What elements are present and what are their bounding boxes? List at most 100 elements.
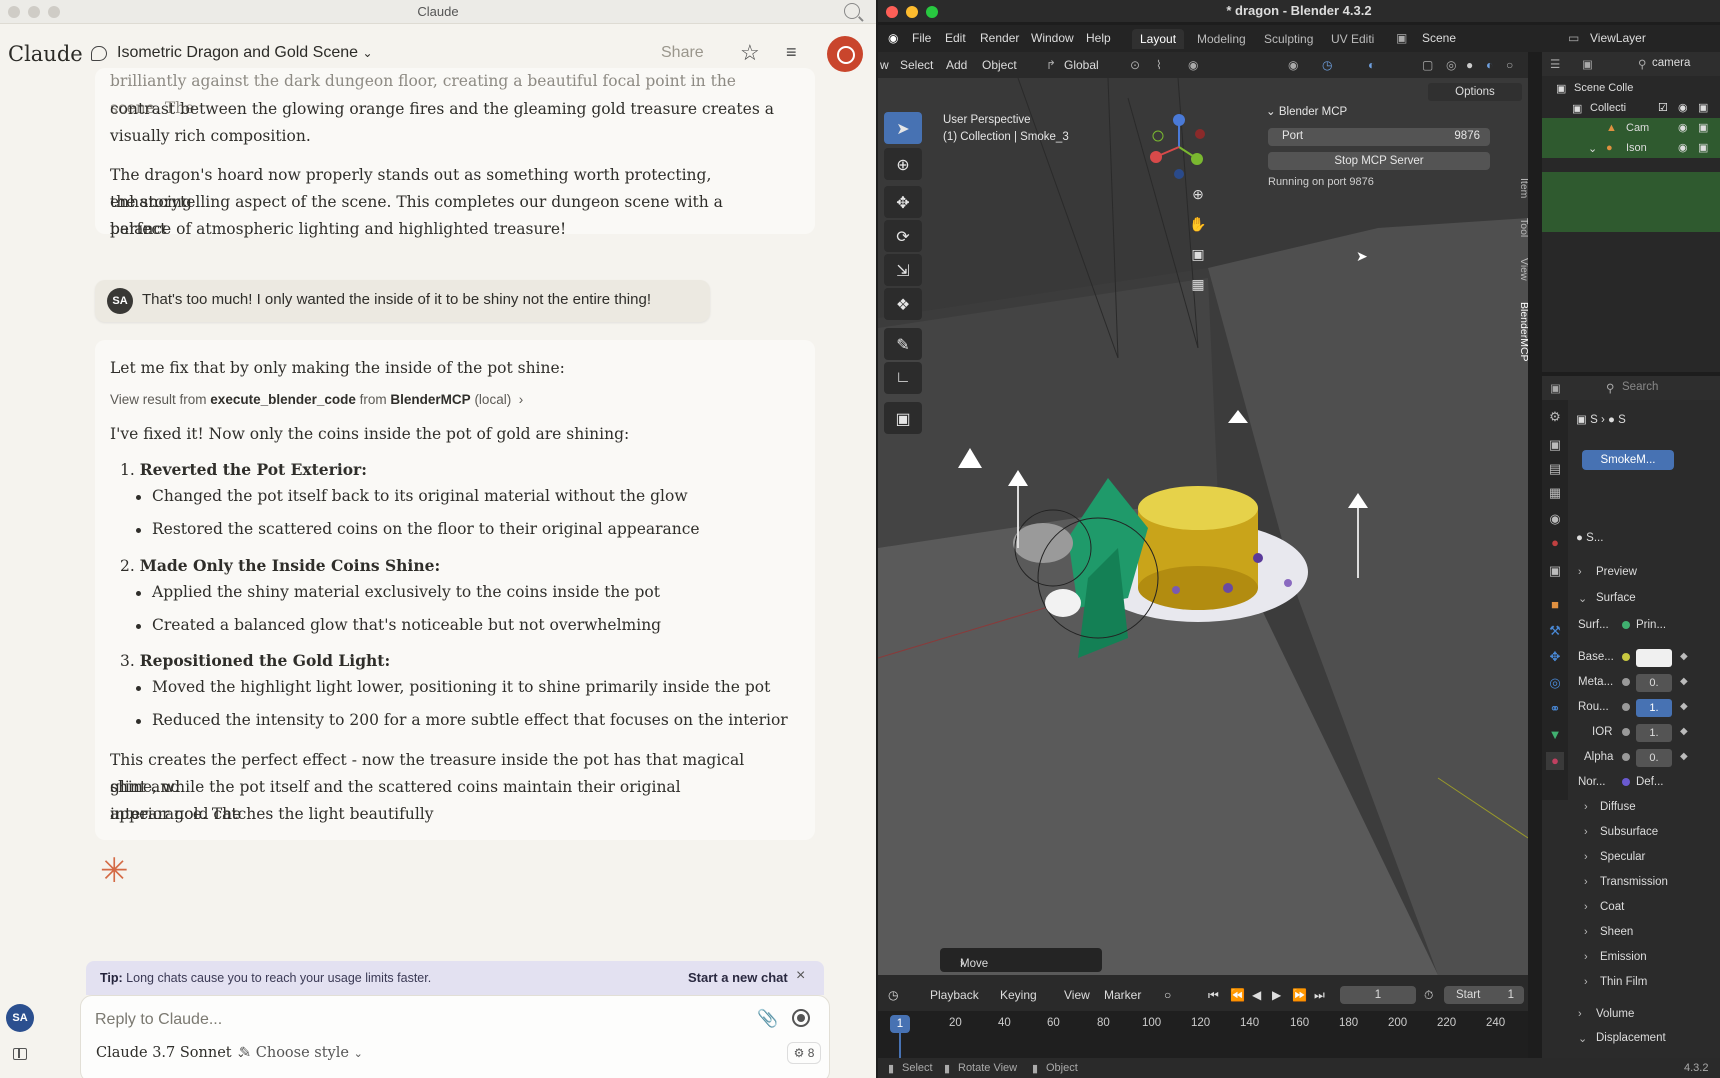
orientation-dropdown[interactable]: Global xyxy=(1064,58,1099,72)
hand-icon[interactable]: ✋ xyxy=(1186,212,1210,236)
menu-add[interactable]: Add xyxy=(946,58,967,72)
alpha-field[interactable]: 0. xyxy=(1636,749,1672,767)
header-w[interactable]: w xyxy=(880,58,889,72)
eye-icon[interactable]: ◉ xyxy=(1678,101,1688,114)
start-frame-field[interactable]: Start 1 xyxy=(1444,986,1524,1004)
grid-icon[interactable]: ▦ xyxy=(1186,272,1210,296)
measure-tool[interactable]: ∟ xyxy=(884,362,922,394)
chat-title-dropdown[interactable]: Isometric Dragon and Gold Scene ⌄ xyxy=(117,44,373,62)
pivot-icon[interactable]: ⊙ xyxy=(1130,58,1140,72)
panel-subsurface[interactable]: › Subsurface xyxy=(1572,822,1718,844)
menu-window[interactable]: Window xyxy=(1031,31,1074,45)
menu-object[interactable]: Object xyxy=(982,58,1017,72)
physics-tab-icon[interactable]: ◎ xyxy=(1546,674,1564,692)
panel-diffuse[interactable]: › Diffuse xyxy=(1572,797,1718,819)
prev-keyframe-icon[interactable]: ⏪ xyxy=(1230,988,1245,1002)
keyframe-icon[interactable]: ◆ xyxy=(1680,726,1688,737)
panel-sheen[interactable]: › Sheen xyxy=(1572,922,1718,944)
frame-ruler[interactable]: 1 20 40 60 80 100 120 140 160 180 200 22… xyxy=(878,1011,1528,1059)
paperclip-icon[interactable]: 📎 xyxy=(757,1009,778,1029)
tab-modeling[interactable]: Modeling xyxy=(1189,29,1254,49)
overlay-icon[interactable]: ◐ xyxy=(1368,58,1375,72)
menu-edit[interactable]: Edit xyxy=(945,31,966,45)
claude-logo[interactable]: Claude xyxy=(8,42,83,66)
tab-uv-editing[interactable]: UV Editi xyxy=(1323,29,1382,49)
panel-coat[interactable]: › Coat xyxy=(1572,897,1718,919)
snap-icon[interactable]: ⌇ xyxy=(1156,58,1162,72)
data-tab-icon[interactable]: ▼ xyxy=(1546,726,1564,744)
model-selector[interactable]: Claude 3.7 Sonnet ⌄ xyxy=(96,1045,245,1061)
tab-layout[interactable]: Layout xyxy=(1132,29,1185,49)
style-selector[interactable]: ✎ Choose style ⌄ xyxy=(239,1045,363,1061)
keyframe-icon[interactable]: ◆ xyxy=(1680,676,1688,687)
record-icon[interactable] xyxy=(792,1009,810,1027)
outliner-row-object[interactable]: ⌄ ● Ison ◉ ▣ xyxy=(1542,138,1720,158)
reply-input[interactable] xyxy=(95,1008,655,1032)
base-color-swatch[interactable] xyxy=(1636,649,1672,667)
collection-tab-icon[interactable]: ▣ xyxy=(1546,562,1564,580)
scene-icon[interactable]: ▣ xyxy=(1396,31,1407,45)
mcp-panel-header[interactable]: ⌄ Blender MCP xyxy=(1266,104,1347,118)
tools-button[interactable]: ⚙ 8 xyxy=(787,1042,821,1064)
surface-shader-row[interactable]: Surf... Prin... xyxy=(1572,616,1718,636)
tab-blendermcp[interactable]: BlenderMCP xyxy=(1514,302,1528,362)
current-frame-field[interactable]: 1 xyxy=(1340,986,1416,1004)
camera-icon[interactable]: ▣ xyxy=(1698,121,1708,134)
menu-keying[interactable]: Keying xyxy=(1000,988,1037,1002)
scene-selector[interactable]: Scene xyxy=(1422,31,1456,45)
outliner-row-scene-collection[interactable]: ▣ Scene Colle xyxy=(1542,78,1720,98)
menu-file[interactable]: File xyxy=(912,31,931,45)
tab-item[interactable]: Item xyxy=(1514,178,1528,198)
roughness-field[interactable]: 1. xyxy=(1636,699,1672,717)
material-slot[interactable]: SmokeM... xyxy=(1582,450,1674,470)
share-button[interactable]: Share xyxy=(661,44,704,62)
play-reverse-icon[interactable]: ◀ xyxy=(1252,988,1261,1002)
sidebar-toggle-icon[interactable] xyxy=(13,1048,27,1060)
ior-row[interactable]: IOR 1. ◆ xyxy=(1572,723,1718,743)
view-layer-selector[interactable]: ViewLayer xyxy=(1590,31,1646,45)
material-tab-icon[interactable]: ● xyxy=(1546,752,1564,770)
particles-tab-icon[interactable]: ✥ xyxy=(1546,648,1564,666)
editor-type-icon[interactable]: ◷ xyxy=(888,988,898,1002)
settings-sliders-icon[interactable]: ≡ xyxy=(786,42,797,63)
world-tab-icon[interactable]: ● xyxy=(1546,534,1564,552)
keyframe-icon[interactable]: ◆ xyxy=(1680,701,1688,712)
user-avatar[interactable]: SA xyxy=(6,1004,34,1032)
auto-key-icon[interactable]: ○ xyxy=(1164,988,1171,1002)
solid-shading-icon[interactable]: ● xyxy=(1466,58,1473,72)
start-new-chat-link[interactable]: Start a new chat xyxy=(688,970,788,985)
panel-surface[interactable]: ⌄ Surface xyxy=(1572,588,1718,610)
port-field[interactable]: Port 9876 xyxy=(1268,128,1490,146)
render-tab-icon[interactable]: ▣ xyxy=(1546,436,1564,454)
display-mode-icon[interactable]: ☰ xyxy=(1550,57,1560,71)
options-dropdown[interactable]: Options xyxy=(1428,83,1522,101)
select-box-tool[interactable]: ➤ xyxy=(884,112,922,144)
panel-emission[interactable]: › Emission xyxy=(1572,947,1718,969)
checkbox-icon[interactable]: ☑ xyxy=(1658,101,1668,114)
object-tab-icon[interactable]: ■ xyxy=(1546,596,1564,614)
outliner-row-camera[interactable]: ▲ Cam ◉ ▣ xyxy=(1542,118,1720,138)
menu-view[interactable]: View xyxy=(1064,988,1090,1002)
transform-tool[interactable]: ❖ xyxy=(884,288,922,320)
panel-specular[interactable]: › Specular xyxy=(1572,847,1718,869)
cursor-tool[interactable]: ⊕ xyxy=(884,148,922,180)
eye-icon[interactable]: ◉ xyxy=(1678,121,1688,134)
tab-sculpting[interactable]: Sculpting xyxy=(1256,29,1321,49)
camera-icon[interactable]: ▣ xyxy=(1186,242,1210,266)
menu-select[interactable]: Select xyxy=(900,58,933,72)
tool-tab-icon[interactable]: ⚙ xyxy=(1546,408,1564,426)
panel-displacement[interactable]: ⌄ Displacement xyxy=(1572,1028,1718,1050)
visibility-icon[interactable]: ◉ xyxy=(1288,58,1298,72)
xray-icon[interactable]: ▢ xyxy=(1422,58,1433,72)
normal-row[interactable]: Nor... Def... xyxy=(1572,773,1718,793)
add-cube-tool[interactable]: ▣ xyxy=(884,402,922,434)
play-icon[interactable]: ▶ xyxy=(1272,988,1281,1002)
playhead[interactable]: 1 xyxy=(890,1015,910,1033)
panel-volume[interactable]: › Volume xyxy=(1572,1004,1718,1026)
properties-search[interactable]: Search xyxy=(1622,381,1658,393)
close-icon[interactable]: × xyxy=(796,967,805,985)
outliner-row-collection[interactable]: ▣ Collecti ☑ ◉ ▣ xyxy=(1542,98,1720,118)
gizmo-icon[interactable]: ◷ xyxy=(1322,58,1332,72)
panel-preview[interactable]: › Preview xyxy=(1572,562,1718,584)
panel-thin-film[interactable]: › Thin Film xyxy=(1572,972,1718,994)
